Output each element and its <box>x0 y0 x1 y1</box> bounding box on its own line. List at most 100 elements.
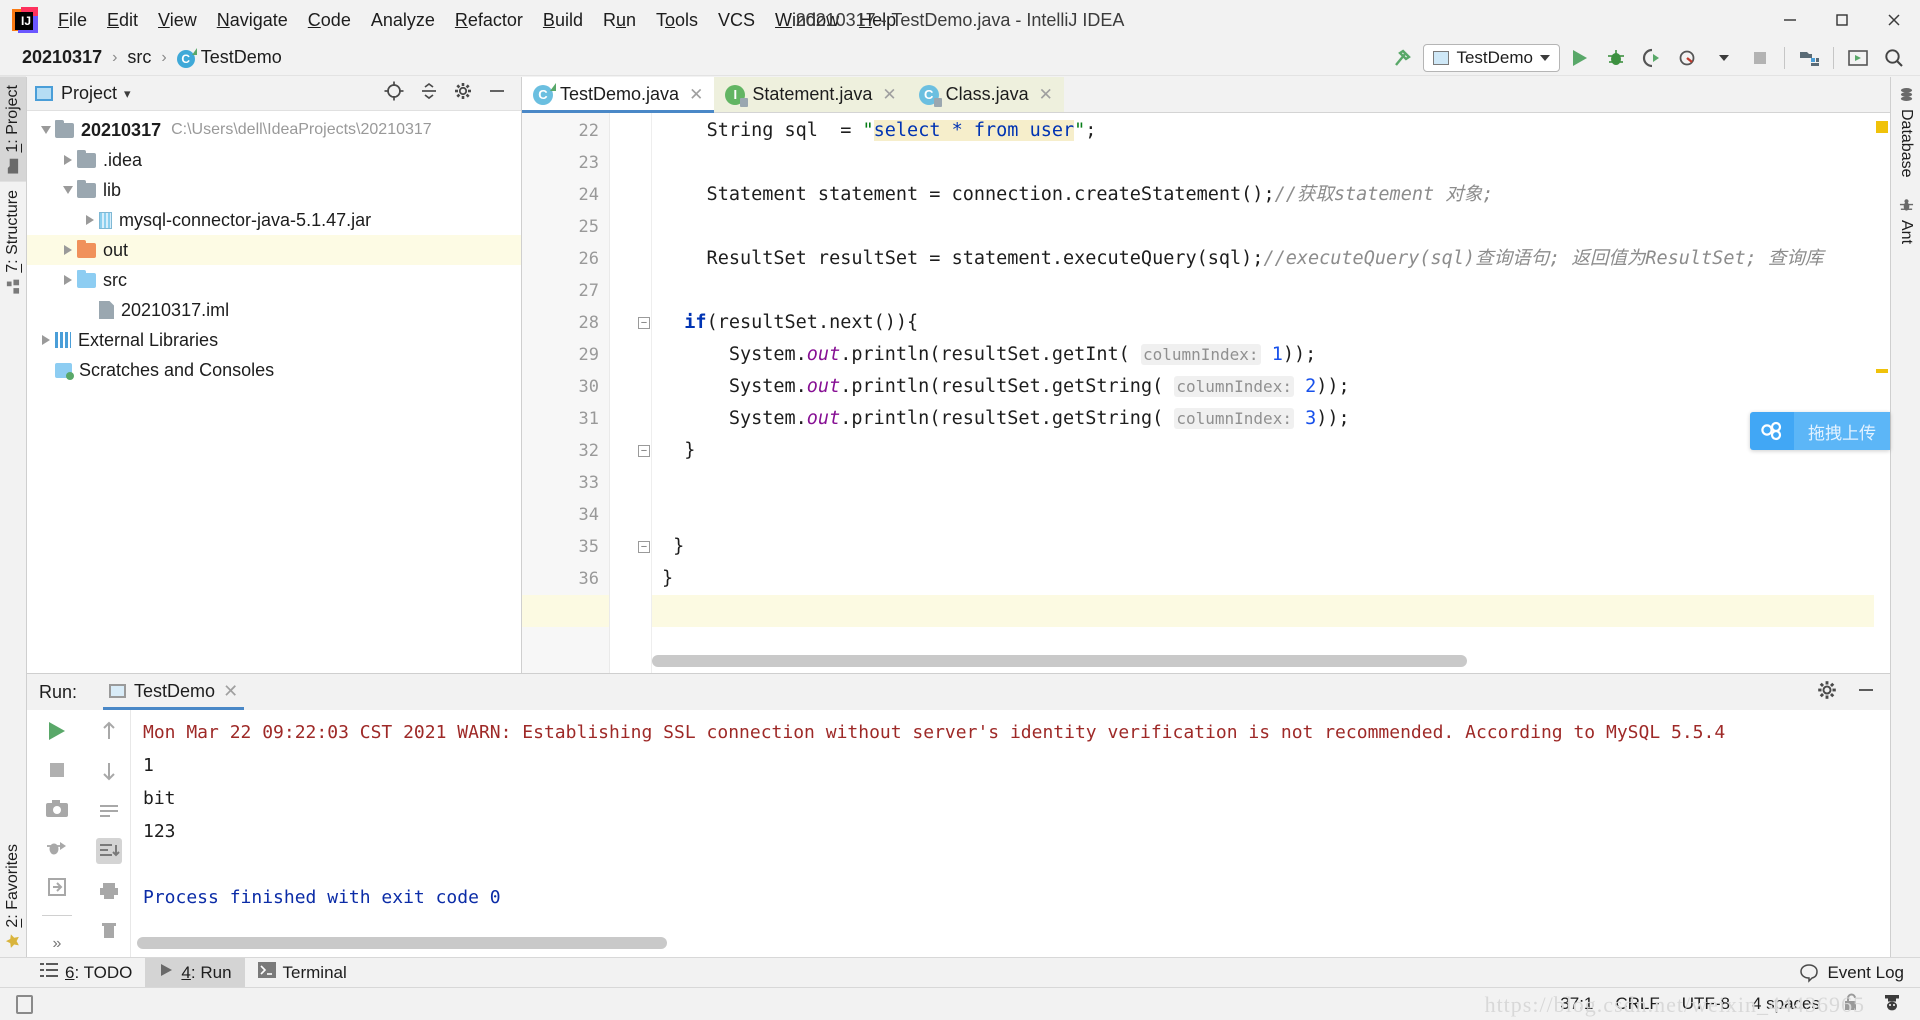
window-controls[interactable] <box>1764 0 1920 40</box>
clear-all-icon[interactable] <box>96 918 122 944</box>
menu-item-build[interactable]: Build <box>533 5 593 35</box>
unlocked-padlock-icon[interactable] <box>1842 992 1860 1017</box>
menu-item-file[interactable]: File <box>48 5 97 35</box>
code-line[interactable] <box>662 595 1890 627</box>
down-arrow-icon[interactable] <box>96 758 122 784</box>
print-icon[interactable] <box>96 878 122 904</box>
close-icon[interactable]: ✕ <box>882 85 896 105</box>
menu-item-analyze[interactable]: Analyze <box>361 5 445 35</box>
code-line[interactable] <box>662 499 1890 531</box>
expand-arrow-icon[interactable] <box>37 331 55 349</box>
tool-window-tab-database[interactable]: Database <box>1891 77 1920 188</box>
menu-item-help[interactable]: Help <box>849 5 906 35</box>
more-icon[interactable]: » <box>44 932 70 957</box>
editor-tab-class-java[interactable]: CClass.java✕ <box>908 77 1064 112</box>
code-folding-column[interactable]: − − − <box>634 113 652 673</box>
project-tree[interactable]: 20210317C:\Users\dell\IdeaProjects\20210… <box>27 111 521 385</box>
tree-node-20210317[interactable]: 20210317C:\Users\dell\IdeaProjects\20210… <box>27 115 521 145</box>
stop-icon[interactable] <box>1744 43 1776 73</box>
tree-node-lib[interactable]: lib <box>27 175 521 205</box>
editor-tab-bar[interactable]: CTestDemo.java✕IStatement.java✕CClass.ja… <box>522 77 1890 113</box>
code-line[interactable] <box>662 147 1890 179</box>
project-structure-icon[interactable] <box>1793 43 1825 73</box>
code-line[interactable]: System.out.println(resultSet.getString( … <box>662 403 1890 435</box>
run-configuration-selector[interactable]: TestDemo <box>1423 44 1560 72</box>
left-tool-window-bar[interactable]: 1: Project7: Structure 2: Favorites <box>0 77 27 957</box>
expand-arrow-icon[interactable] <box>59 151 77 169</box>
menu-item-vcs[interactable]: VCS <box>708 5 765 35</box>
status-bar-left[interactable] <box>0 995 33 1014</box>
code-line[interactable] <box>662 211 1890 243</box>
tree-node--idea[interactable]: .idea <box>27 145 521 175</box>
locate-icon[interactable] <box>383 80 405 107</box>
code-line[interactable]: } <box>662 435 1890 467</box>
soft-wrap-icon[interactable] <box>96 798 122 824</box>
up-arrow-icon[interactable] <box>96 718 122 744</box>
editor-tab-statement-java[interactable]: IStatement.java✕ <box>714 77 907 112</box>
rerun-icon[interactable] <box>44 718 70 743</box>
maximize-button[interactable] <box>1816 0 1868 40</box>
collapse-arrow-icon[interactable] <box>59 181 77 199</box>
build-hammer-icon[interactable] <box>1387 43 1419 73</box>
tool-window-tab-favorites[interactable]: 2: Favorites <box>0 836 26 957</box>
tree-node-scratches-and-consoles[interactable]: Scratches and Consoles <box>27 355 521 385</box>
expand-arrow-icon[interactable] <box>81 211 99 229</box>
menu-item-tools[interactable]: Tools <box>646 5 708 35</box>
collapse-arrow-icon[interactable] <box>37 121 55 139</box>
settings-gear-icon[interactable] <box>1816 679 1838 706</box>
tool-window-tab-ant[interactable]: Ant <box>1891 188 1920 254</box>
breadcrumb[interactable]: 20210317 › src › CTestDemo <box>18 45 286 70</box>
hide-icon[interactable] <box>487 81 507 106</box>
event-log-button[interactable]: Event Log <box>1799 963 1904 983</box>
fold-minus-icon[interactable]: − <box>638 445 650 457</box>
status-bar-right[interactable]: 37:1 CRLF UTF-8 4 spaces <box>1560 992 1920 1017</box>
line-separator[interactable]: CRLF <box>1615 994 1659 1014</box>
breadcrumb-class[interactable]: CTestDemo <box>173 45 286 70</box>
menu-item-view[interactable]: View <box>148 5 207 35</box>
code-line[interactable]: Statement statement = connection.createS… <box>662 179 1890 211</box>
debug-restart-icon[interactable] <box>44 835 70 860</box>
console-output[interactable]: Mon Mar 22 09:22:03 CST 2021 WARN: Estab… <box>131 710 1890 957</box>
editor-horizontal-scrollbar[interactable] <box>652 655 1874 667</box>
project-panel-toolbar[interactable] <box>383 80 513 107</box>
run-console-toolbar-primary[interactable]: » <box>27 710 87 957</box>
tool-window-tab-structure[interactable]: 7: Structure <box>0 182 26 302</box>
run-console-toolbar-secondary[interactable] <box>87 710 131 957</box>
run-icon[interactable] <box>1564 43 1596 73</box>
close-icon[interactable]: ✕ <box>689 85 703 105</box>
event-log-area[interactable]: Event Log <box>1799 963 1920 983</box>
code-editor[interactable]: 22232425262728293031323334353637 −−− Str… <box>522 113 1890 673</box>
breadcrumb-src[interactable]: src <box>123 45 155 70</box>
tree-node-20210317-iml[interactable]: 20210317.iml <box>27 295 521 325</box>
export-icon[interactable] <box>44 874 70 899</box>
bottom-tab-todo[interactable]: 6: TODO <box>27 958 145 988</box>
caret-position[interactable]: 37:1 <box>1560 994 1593 1014</box>
screenshot-icon[interactable] <box>44 796 70 821</box>
collapse-all-icon[interactable] <box>419 81 439 106</box>
tree-node-mysql-connector-java-5-1-47-jar[interactable]: mysql-connector-java-5.1.47.jar <box>27 205 521 235</box>
update-project-icon[interactable] <box>1842 43 1874 73</box>
menu-bar[interactable]: FileEditViewNavigateCodeAnalyzeRefactorB… <box>48 0 906 40</box>
tree-node-src[interactable]: src <box>27 265 521 295</box>
code-content[interactable]: String sql = "select * from user"; State… <box>652 113 1890 673</box>
menu-item-run[interactable]: Run <box>593 5 646 35</box>
fold-minus-icon[interactable]: − <box>638 541 650 553</box>
menu-item-code[interactable]: Code <box>298 5 361 35</box>
menu-item-window[interactable]: Window <box>765 5 849 35</box>
scroll-to-end-icon[interactable] <box>96 838 122 864</box>
code-line[interactable]: System.out.println(resultSet.getString( … <box>662 371 1890 403</box>
stop-icon[interactable] <box>44 757 70 782</box>
indent-setting[interactable]: 4 spaces <box>1752 994 1820 1014</box>
fold-minus-icon[interactable]: − <box>638 317 650 329</box>
code-line[interactable]: String sql = "select * from user"; <box>662 115 1890 147</box>
menu-item-edit[interactable]: Edit <box>97 5 148 35</box>
bottom-tab-run[interactable]: 4: Run <box>145 958 244 988</box>
console-horizontal-scrollbar[interactable] <box>137 937 667 949</box>
navbar-toolbar[interactable]: TestDemo <box>1387 40 1910 76</box>
hide-icon[interactable] <box>1856 680 1876 705</box>
bottom-tool-window-bar[interactable]: 6: TODO4: RunTerminal Event Log <box>0 957 1920 987</box>
menu-item-refactor[interactable]: Refactor <box>445 5 533 35</box>
bottom-tab-terminal[interactable]: Terminal <box>245 958 360 988</box>
tool-window-tab-project[interactable]: 1: Project <box>0 77 26 182</box>
editor-tab-testdemo-java[interactable]: CTestDemo.java✕ <box>522 77 714 112</box>
